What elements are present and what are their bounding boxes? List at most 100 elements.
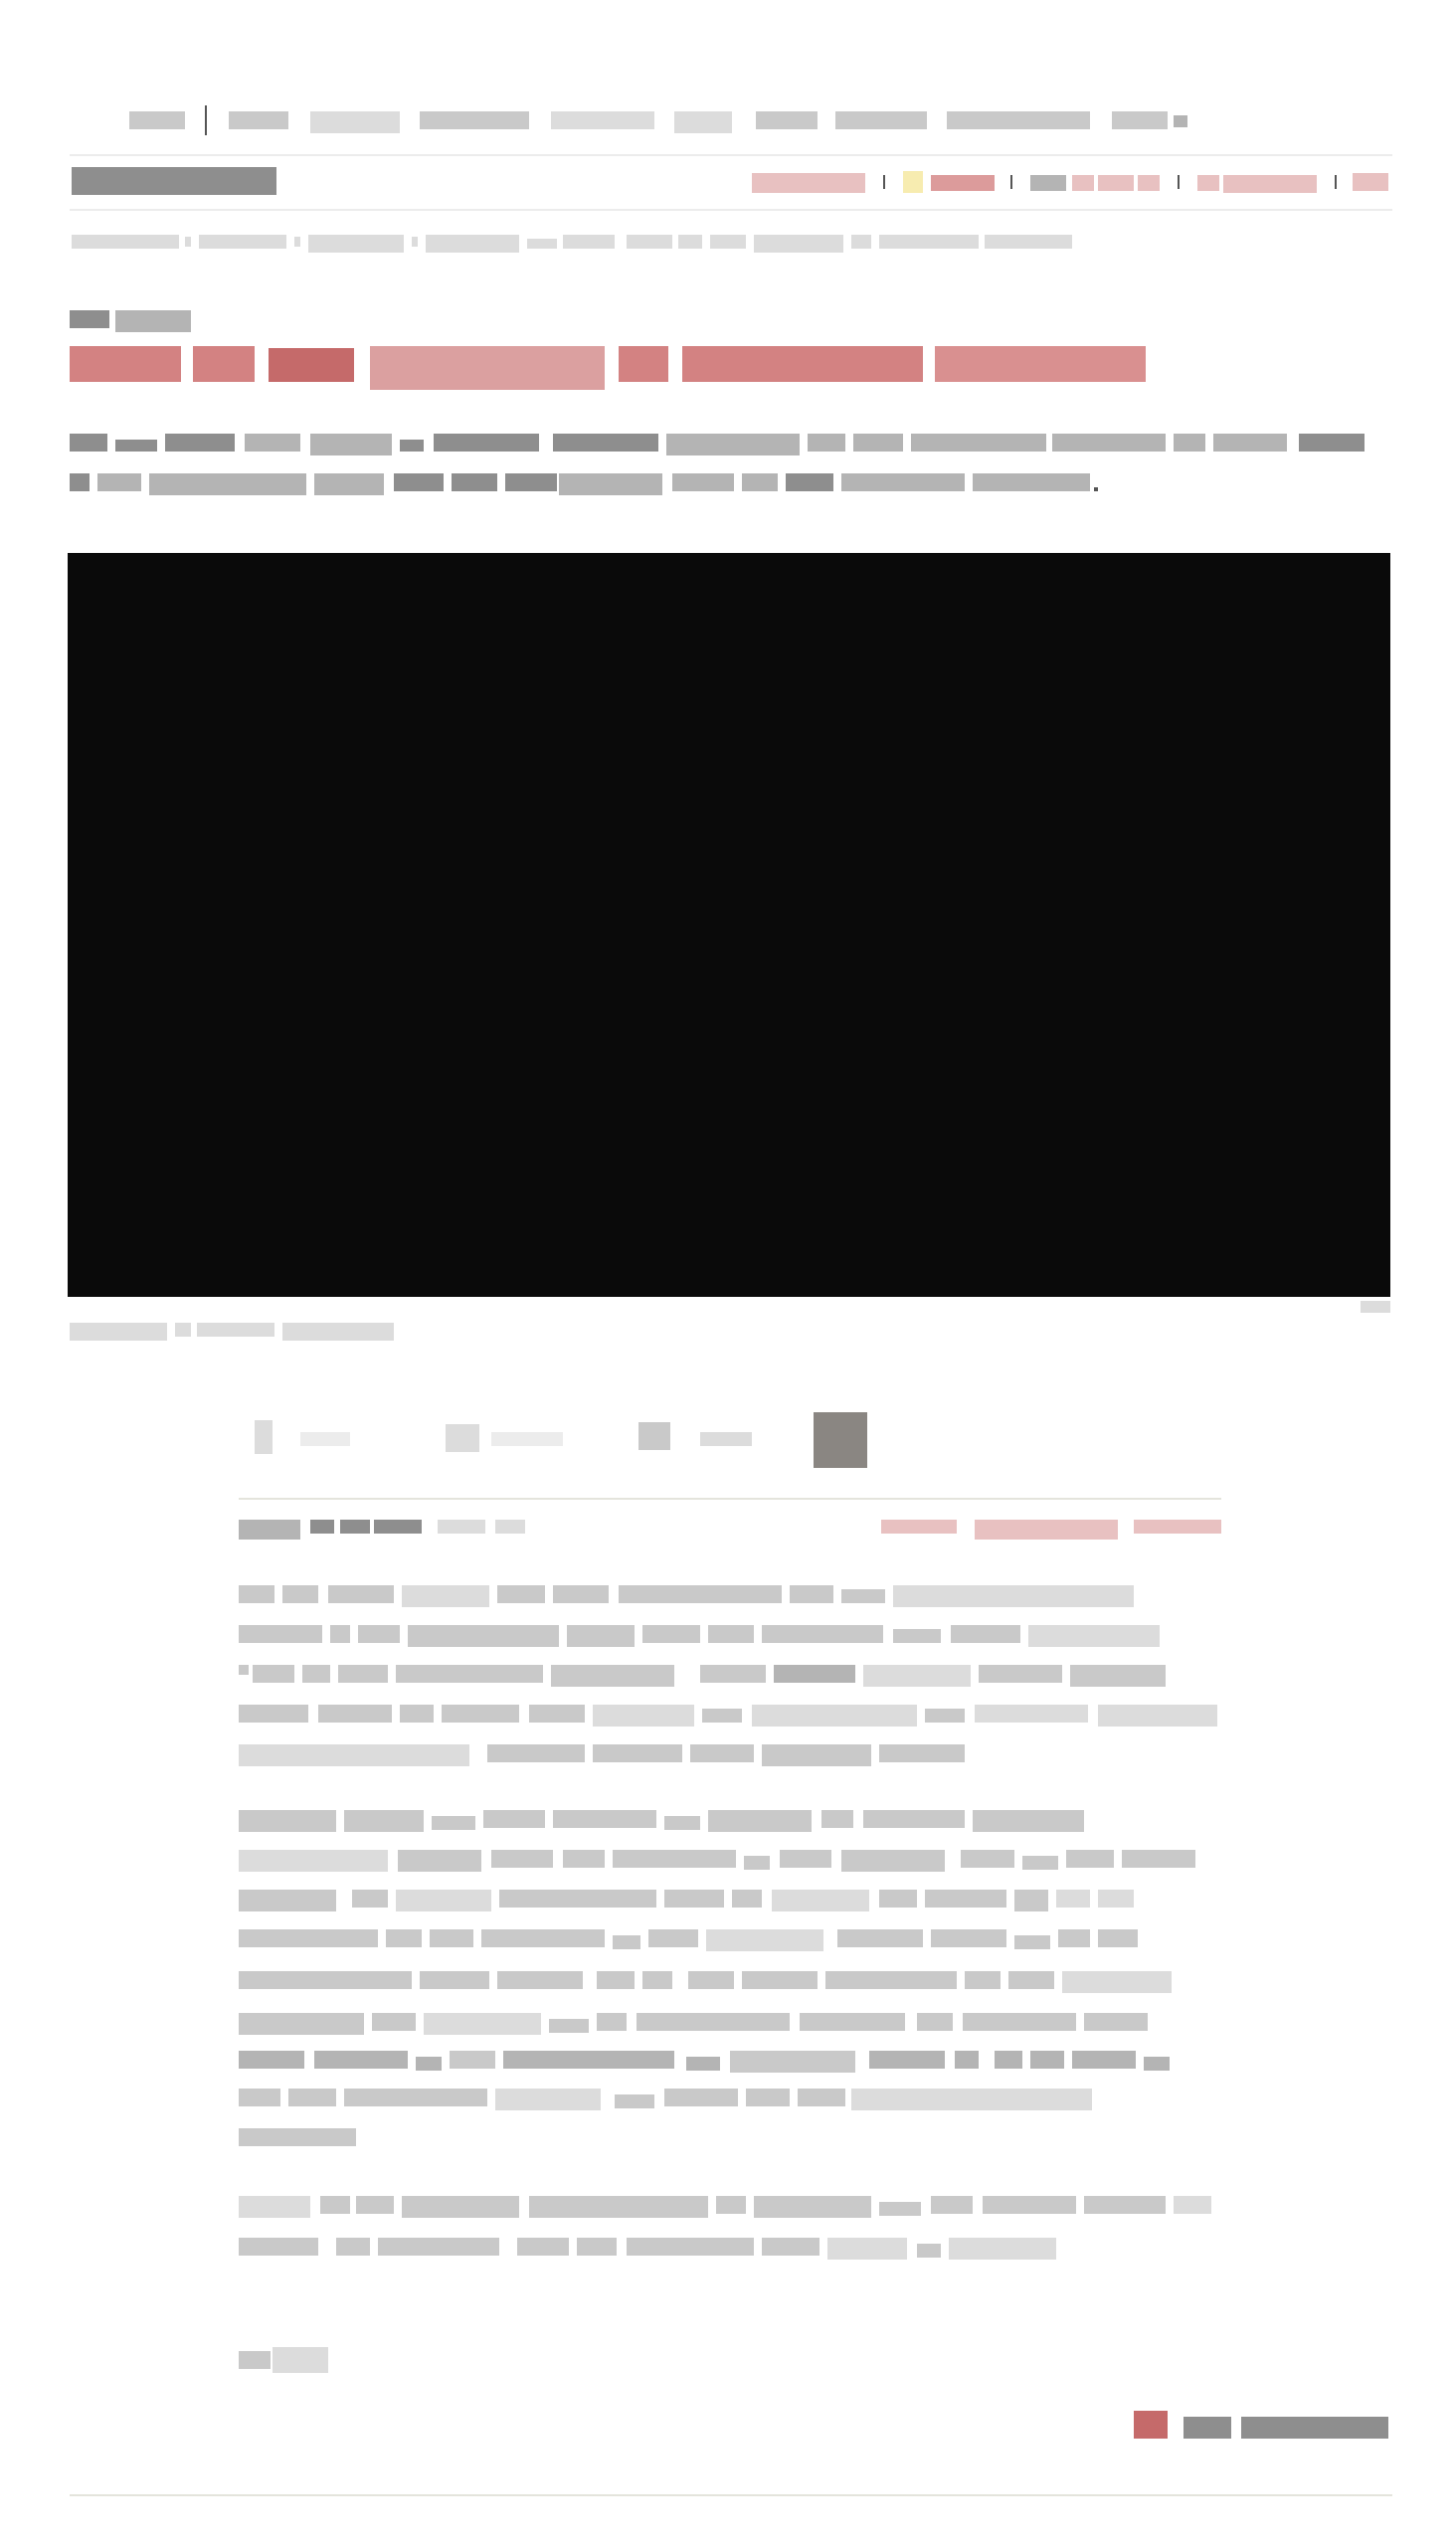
nav-item[interactable] xyxy=(947,111,1090,129)
dek-word xyxy=(97,473,141,491)
header-link[interactable] xyxy=(1072,175,1094,191)
byline-time xyxy=(438,1520,485,1534)
breadcrumb-item[interactable] xyxy=(527,239,557,249)
dek-word xyxy=(70,473,90,491)
dek-word xyxy=(853,434,903,452)
dek-word xyxy=(149,473,306,495)
header-link[interactable] xyxy=(752,173,865,193)
header-link[interactable] xyxy=(1138,175,1160,191)
breadcrumb-item[interactable] xyxy=(710,235,746,249)
dek-word xyxy=(115,440,157,452)
breadcrumb-item[interactable] xyxy=(754,235,843,253)
dek-word xyxy=(666,434,800,455)
comment-count xyxy=(491,1432,563,1446)
dek-word xyxy=(394,473,444,491)
breadcrumb-item[interactable] xyxy=(563,235,615,249)
breadcrumb-item[interactable] xyxy=(985,235,1072,249)
nav-divider xyxy=(205,105,207,135)
header-link[interactable] xyxy=(1353,173,1388,191)
byline-date xyxy=(374,1520,422,1534)
comment-icon[interactable] xyxy=(446,1424,479,1452)
nav-divider-line xyxy=(70,154,1392,156)
headline-word xyxy=(193,346,255,382)
header-link[interactable] xyxy=(1223,175,1317,193)
headline-word xyxy=(70,346,181,382)
headline-word xyxy=(269,348,354,382)
media-credit xyxy=(1361,1301,1390,1313)
header-link[interactable] xyxy=(931,175,995,191)
share-icon[interactable] xyxy=(1134,2411,1168,2439)
byline-link[interactable] xyxy=(1134,1520,1221,1534)
breadcrumb-item[interactable] xyxy=(879,235,979,249)
breadcrumb-item[interactable] xyxy=(678,235,702,249)
dek-word xyxy=(310,434,392,455)
nav-item[interactable] xyxy=(1112,111,1168,129)
nav-item[interactable] xyxy=(310,111,400,133)
site-logo[interactable] xyxy=(72,167,276,195)
byline-link[interactable] xyxy=(975,1520,1118,1540)
dek-word xyxy=(505,473,557,491)
byline-date xyxy=(310,1520,334,1534)
nav-item[interactable] xyxy=(551,111,654,129)
dek-word xyxy=(165,434,235,452)
dek-word xyxy=(314,473,384,495)
breadcrumb-item[interactable] xyxy=(308,235,404,253)
print-icon[interactable] xyxy=(814,1412,867,1468)
nav-item[interactable] xyxy=(229,111,288,129)
dek-word xyxy=(1052,434,1166,452)
nav-item[interactable] xyxy=(674,111,732,133)
bookmark-label xyxy=(700,1432,752,1446)
bookmark-icon[interactable] xyxy=(638,1422,670,1450)
share-label[interactable] xyxy=(1241,2417,1388,2439)
dek-word xyxy=(742,473,778,491)
breadcrumb-item[interactable] xyxy=(72,235,179,249)
breadcrumb-item[interactable] xyxy=(851,235,871,249)
dek-word xyxy=(434,434,539,452)
dek-word xyxy=(553,434,658,452)
dek-word xyxy=(400,440,424,452)
headline-word xyxy=(619,346,668,382)
headline-word xyxy=(935,346,1146,382)
dek-word xyxy=(808,434,845,452)
dek-word xyxy=(1174,434,1205,452)
byline-date xyxy=(340,1520,370,1534)
caption-word xyxy=(70,1323,167,1341)
tag-link[interactable] xyxy=(273,2347,328,2373)
tag-label xyxy=(239,2351,271,2369)
share-icon[interactable] xyxy=(255,1420,273,1454)
header-link[interactable] xyxy=(1098,175,1134,191)
dek-word xyxy=(559,473,662,495)
byline-link[interactable] xyxy=(881,1520,957,1534)
caption-word xyxy=(175,1323,191,1337)
video-player[interactable] xyxy=(68,553,1390,1297)
breadcrumb-item[interactable] xyxy=(426,235,519,253)
header-link[interactable] xyxy=(1030,175,1066,191)
kicker-label[interactable] xyxy=(70,310,109,328)
byline-time xyxy=(495,1520,525,1534)
header-divider xyxy=(1178,175,1180,189)
nav-item[interactable] xyxy=(420,111,529,129)
dek-word xyxy=(452,473,497,491)
caption-word xyxy=(197,1323,274,1337)
dek-word xyxy=(1299,434,1365,452)
dek-word xyxy=(245,434,300,452)
breadcrumb-sep xyxy=(185,237,191,247)
nav-item[interactable] xyxy=(835,111,927,129)
dek-word xyxy=(1213,434,1287,452)
breadcrumb-sep xyxy=(412,237,418,247)
chevron-down-icon[interactable] xyxy=(1174,115,1187,127)
breadcrumb-item[interactable] xyxy=(627,235,672,249)
breadcrumb-sep xyxy=(294,237,300,247)
dek-word xyxy=(841,473,965,491)
share-label[interactable] xyxy=(1183,2417,1231,2439)
header-link[interactable] xyxy=(1197,175,1219,191)
dek-word xyxy=(70,434,107,452)
highlight-icon xyxy=(903,171,923,193)
byline-author[interactable] xyxy=(239,1520,300,1540)
kicker-tag[interactable] xyxy=(115,310,191,332)
nav-item[interactable] xyxy=(756,111,818,129)
nav-item[interactable] xyxy=(129,111,185,129)
breadcrumb-item[interactable] xyxy=(199,235,286,249)
dek-word xyxy=(973,473,1090,491)
header-divider xyxy=(883,175,885,189)
